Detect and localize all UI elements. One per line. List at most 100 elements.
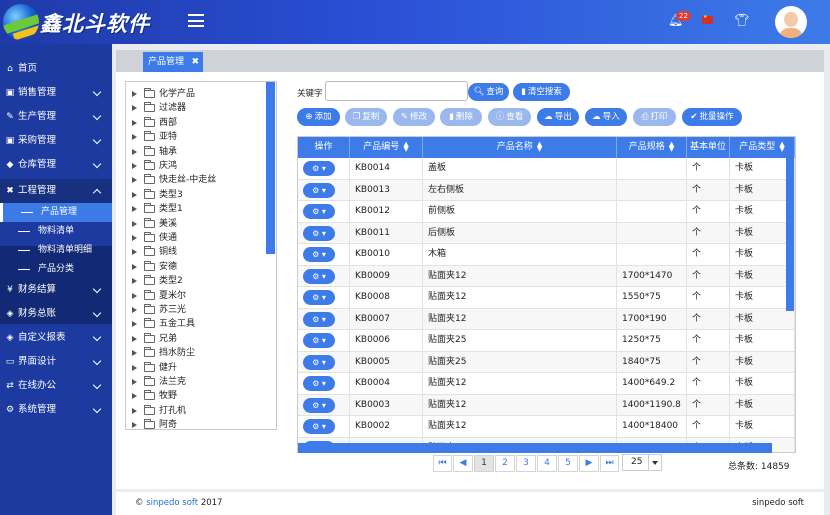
col-header-unit[interactable]: 基本单位 — [687, 137, 730, 158]
expand-arrow-icon[interactable] — [132, 307, 137, 313]
col-header-operation[interactable]: 操作 — [298, 137, 350, 158]
col-header-code[interactable]: 产品编号 ▲ ▼ — [350, 137, 423, 158]
row-action-button[interactable]: ⚙ ▾ — [303, 354, 335, 370]
expand-arrow-icon[interactable] — [132, 278, 137, 285]
row-action-button[interactable]: ⚙ ▾ — [303, 397, 335, 413]
sidebar-item-engineering[interactable]: ✖ 工程管理 — [0, 179, 112, 203]
prev-page-button[interactable]: ◀ — [453, 455, 473, 472]
tree-node[interactable]: 化学产品 — [131, 87, 195, 101]
tree-node[interactable]: 法兰克 — [131, 375, 186, 389]
table-horizontal-scrollbar[interactable] — [298, 443, 772, 453]
expand-arrow-icon[interactable] — [132, 235, 137, 241]
col-header-spec[interactable]: 产品规格 ▲ ▼ — [617, 137, 687, 158]
sidebar-item-ui-design[interactable]: ▭ 界面设计 — [0, 350, 112, 374]
tree-node[interactable]: 健升 — [131, 361, 177, 375]
expand-arrow-icon[interactable] — [132, 350, 137, 357]
tree-node[interactable]: 过滤器 — [131, 101, 186, 115]
row-action-button[interactable]: ⚙ ▾ — [303, 161, 335, 176]
row-action-button[interactable]: ⚙ ▾ — [303, 247, 335, 262]
expand-arrow-icon[interactable] — [132, 177, 137, 184]
edit-button[interactable]: ✎ 修改 — [393, 108, 435, 126]
page-2-button[interactable]: 2 — [495, 455, 515, 472]
tree-node[interactable]: 快走丝-中走丝 — [131, 173, 216, 187]
tree-node[interactable]: 兄弟 — [131, 332, 177, 346]
first-page-button[interactable]: ⏮ — [433, 455, 452, 472]
avatar[interactable] — [775, 6, 807, 38]
copy-button[interactable]: ❐ 复制 — [345, 108, 387, 126]
expand-arrow-icon[interactable] — [132, 292, 137, 299]
tree-node[interactable]: 类型3 — [131, 188, 183, 202]
submenu-product-category[interactable]: 产品分类 — [0, 260, 112, 279]
tree-node[interactable]: 夏米尔 — [131, 289, 186, 303]
menu-toggle-icon[interactable] — [188, 14, 204, 27]
expand-arrow-icon[interactable] — [132, 91, 137, 97]
row-action-button[interactable]: ⚙ ▾ — [303, 376, 335, 391]
page-size-select[interactable]: 25 — [622, 454, 662, 471]
tree-node[interactable]: 安德 — [131, 260, 177, 274]
row-action-button[interactable]: ⚙ ▾ — [303, 419, 335, 434]
page-5-button[interactable]: 5 — [558, 455, 578, 472]
col-header-type[interactable]: 产品类型 ▲ ▼ — [730, 137, 795, 158]
expand-arrow-icon[interactable] — [132, 134, 137, 141]
expand-arrow-icon[interactable] — [132, 105, 137, 112]
expand-arrow-icon[interactable] — [132, 335, 137, 342]
sidebar-item-sales[interactable]: ▣ 销售管理 — [0, 81, 112, 105]
last-page-button[interactable]: ⏭ — [600, 455, 619, 472]
view-button[interactable]: ⓘ 查看 — [488, 108, 531, 126]
import-button[interactable]: ☁ 导入 — [585, 108, 627, 126]
expand-arrow-icon[interactable] — [132, 407, 137, 414]
page-4-button[interactable]: 4 — [537, 455, 557, 472]
tree-node[interactable]: 类型2 — [131, 274, 183, 288]
table-row[interactable]: ⚙ ▾ KB0007 贴面夹12 1700*190 个卡板 — [298, 308, 795, 330]
batch-button[interactable]: ✔ 批量操作 — [682, 108, 742, 126]
tree-node[interactable]: 打孔机 — [131, 404, 186, 418]
table-row[interactable]: ⚙ ▾ KB0010 木箱个卡板 — [298, 244, 795, 266]
expand-arrow-icon[interactable] — [132, 321, 137, 328]
tree-node[interactable]: 侠通 — [131, 231, 177, 245]
tree-scrollbar[interactable] — [266, 82, 275, 254]
tree-node[interactable]: 五金工具 — [131, 317, 195, 331]
row-action-button[interactable]: ⚙ ▾ — [303, 290, 335, 305]
sidebar-item-purchase[interactable]: ▣ 采购管理 — [0, 129, 112, 153]
expand-arrow-icon[interactable] — [132, 422, 137, 429]
add-button[interactable]: ⊕ 添加 — [297, 108, 340, 126]
table-row[interactable]: ⚙ ▾ KB0002 贴面夹12 1400*18400 个卡板 — [298, 416, 795, 438]
table-row[interactable]: ⚙ ▾ KB0009 贴面夹12 1700*1470 个卡板 — [298, 265, 795, 287]
submenu-bom[interactable]: 物料清单 — [0, 222, 112, 241]
row-action-button[interactable]: ⚙ ▾ — [303, 182, 335, 198]
tab-product-management[interactable]: 产品管理 ✖ — [143, 52, 203, 72]
expand-arrow-icon[interactable] — [132, 364, 137, 371]
tree-node[interactable]: 铜线 — [131, 245, 177, 259]
theme-shirt-icon[interactable]: 👕︎ — [734, 13, 749, 27]
row-action-button[interactable]: ⚙ ▾ — [303, 333, 335, 348]
tree-node[interactable]: 美溪 — [131, 217, 177, 231]
expand-arrow-icon[interactable] — [132, 119, 137, 126]
expand-arrow-icon[interactable] — [132, 206, 137, 213]
row-action-button[interactable]: ⚙ ▾ — [303, 225, 335, 241]
table-row[interactable]: ⚙ ▾ KB0011 后侧板个卡板 — [298, 222, 795, 244]
keyword-input[interactable] — [325, 81, 468, 101]
footer-link[interactable]: sinpedo soft — [146, 498, 198, 508]
tree-node[interactable]: 阿奇 — [131, 418, 177, 429]
sidebar-item-office[interactable]: ⇄ 在线办公 — [0, 374, 112, 398]
row-action-button[interactable]: ⚙ ▾ — [303, 204, 335, 219]
tree-node[interactable]: 亚特 — [131, 130, 177, 144]
col-header-name[interactable]: 产品名称 ▲ ▼ — [423, 137, 617, 158]
expand-arrow-icon[interactable] — [132, 249, 137, 256]
expand-arrow-icon[interactable] — [132, 163, 137, 169]
table-row[interactable]: ⚙ ▾ KB0006 贴面夹25 1250*75 个卡板 — [298, 330, 795, 352]
submenu-product-management[interactable]: 产品管理 — [0, 203, 112, 222]
expand-arrow-icon[interactable] — [132, 263, 137, 270]
expand-arrow-icon[interactable] — [132, 393, 137, 400]
row-action-button[interactable]: ⚙ ▾ — [303, 311, 335, 327]
expand-arrow-icon[interactable] — [132, 379, 137, 385]
table-vertical-scrollbar[interactable] — [786, 157, 794, 311]
query-button[interactable]: 🔍︎ 查询 — [468, 83, 509, 101]
tree-node[interactable]: 类型1 — [131, 202, 183, 216]
page-3-button[interactable]: 3 — [516, 455, 536, 472]
tree-node[interactable]: 庆鸿 — [131, 159, 177, 173]
table-row[interactable]: ⚙ ▾ KB0014 盖板个卡板 — [298, 158, 795, 180]
tree-node[interactable]: 苏三光 — [131, 303, 186, 317]
sidebar-item-production[interactable]: ✎ 生产管理 — [0, 105, 112, 129]
clear-search-button[interactable]: ▮ 清空搜索 — [513, 83, 570, 101]
